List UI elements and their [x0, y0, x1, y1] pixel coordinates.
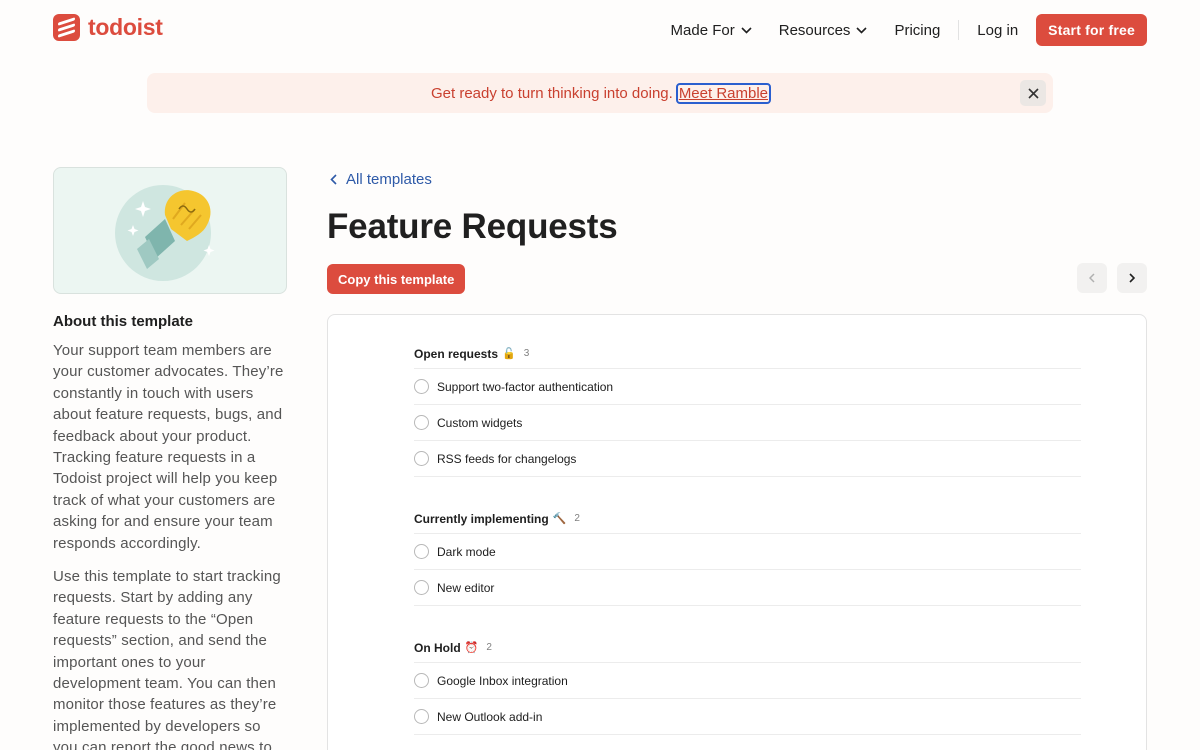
task-checkbox[interactable] [414, 451, 429, 466]
task-row: Support two-factor authentication [414, 369, 1081, 405]
about-paragraph-1: Your support team members are your custo… [53, 342, 284, 552]
chevron-down-icon [741, 26, 752, 34]
section-currently-implementing: Currently implementing 🔨 2 Dark mode New… [414, 508, 1081, 606]
login-link[interactable]: Log in [977, 22, 1018, 39]
task-checkbox[interactable] [414, 709, 429, 724]
nav-divider [958, 20, 960, 40]
nav-pricing[interactable]: Pricing [894, 22, 940, 39]
section-on-hold: On Hold ⏰ 2 Google Inbox integration New… [414, 637, 1081, 735]
banner-text: Get ready to turn thinking into doing. [430, 84, 673, 102]
section-name: Open requests [414, 346, 499, 361]
meet-ramble-link[interactable]: Meet Ramble [675, 82, 772, 104]
copy-template-button[interactable]: Copy this template [327, 264, 466, 294]
about-title: About this template [53, 313, 194, 330]
page-title: Feature Requests [327, 207, 618, 246]
task-row: New Outlook add-in [414, 699, 1081, 735]
task-label: New Outlook add-in [437, 709, 543, 724]
section-count: 3 [523, 348, 530, 359]
lightbulb-illustration-icon [115, 184, 215, 281]
previous-preview-button[interactable] [1077, 263, 1107, 293]
task-row: Custom widgets [414, 405, 1081, 441]
section-open-requests: Open requests 🔓 3 Support two-factor aut… [414, 343, 1081, 477]
task-label: New editor [437, 580, 495, 595]
section-count: 2 [574, 513, 580, 524]
nav-resources-label: Resources [778, 21, 851, 39]
section-count: 2 [486, 642, 492, 653]
nav-made-for-label: Made For [670, 21, 735, 39]
task-label: Dark mode [437, 544, 496, 559]
section-name: On Hold [414, 640, 461, 655]
next-preview-button[interactable] [1117, 263, 1147, 293]
section-header: Open requests 🔓 3 [414, 343, 1081, 369]
all-templates-label: All templates [346, 171, 432, 188]
chevron-left-icon [1089, 273, 1095, 283]
todoist-logo-icon [53, 14, 80, 41]
all-templates-link[interactable]: All templates [330, 171, 432, 188]
task-checkbox[interactable] [414, 580, 429, 595]
task-checkbox[interactable] [414, 673, 429, 688]
task-label: Google Inbox integration [437, 673, 568, 688]
task-label: Support two-factor authentication [437, 379, 614, 394]
about-paragraph-2: Use this template to start tracking requ… [53, 568, 281, 750]
banner-close-button[interactable] [1020, 80, 1046, 106]
task-row: New editor [414, 570, 1081, 606]
alarm-clock-icon: ⏰ [464, 642, 479, 654]
nav-resources[interactable]: Resources [779, 22, 868, 39]
nav-made-for[interactable]: Made For [671, 22, 752, 39]
chevron-down-icon [856, 26, 868, 34]
template-thumbnail [53, 167, 287, 294]
task-checkbox[interactable] [414, 415, 429, 430]
template-preview: Open requests 🔓 3 Support two-factor aut… [327, 314, 1147, 750]
chevron-right-icon [1129, 273, 1135, 283]
task-checkbox[interactable] [414, 544, 429, 559]
chevron-left-icon [330, 174, 337, 185]
main-nav: Made For Resources Pricing Log in Start … [644, 14, 1147, 46]
logo-text: todoist [88, 14, 163, 40]
todoist-logo[interactable]: todoist [53, 14, 163, 41]
task-label: Custom widgets [437, 415, 523, 430]
task-label: RSS feeds for changelogs [437, 451, 577, 466]
hammer-icon: 🔨 [552, 513, 567, 525]
announcement-banner: Get ready to turn thinking into doing. M… [147, 73, 1053, 113]
site-header: todoist Made For Resources Pricing Log i… [0, 0, 1200, 58]
task-row: RSS feeds for changelogs [414, 441, 1081, 477]
section-header: Currently implementing 🔨 2 [414, 508, 1081, 534]
task-row: Google Inbox integration [414, 663, 1081, 699]
start-for-free-button[interactable]: Start for free [1036, 14, 1147, 46]
task-checkbox[interactable] [414, 379, 429, 394]
section-header: On Hold ⏰ 2 [414, 637, 1081, 663]
section-name: Currently implementing [414, 511, 549, 526]
task-row: Dark mode [414, 534, 1081, 570]
unlock-icon: 🔓 [502, 348, 516, 360]
close-icon [1027, 87, 1039, 99]
